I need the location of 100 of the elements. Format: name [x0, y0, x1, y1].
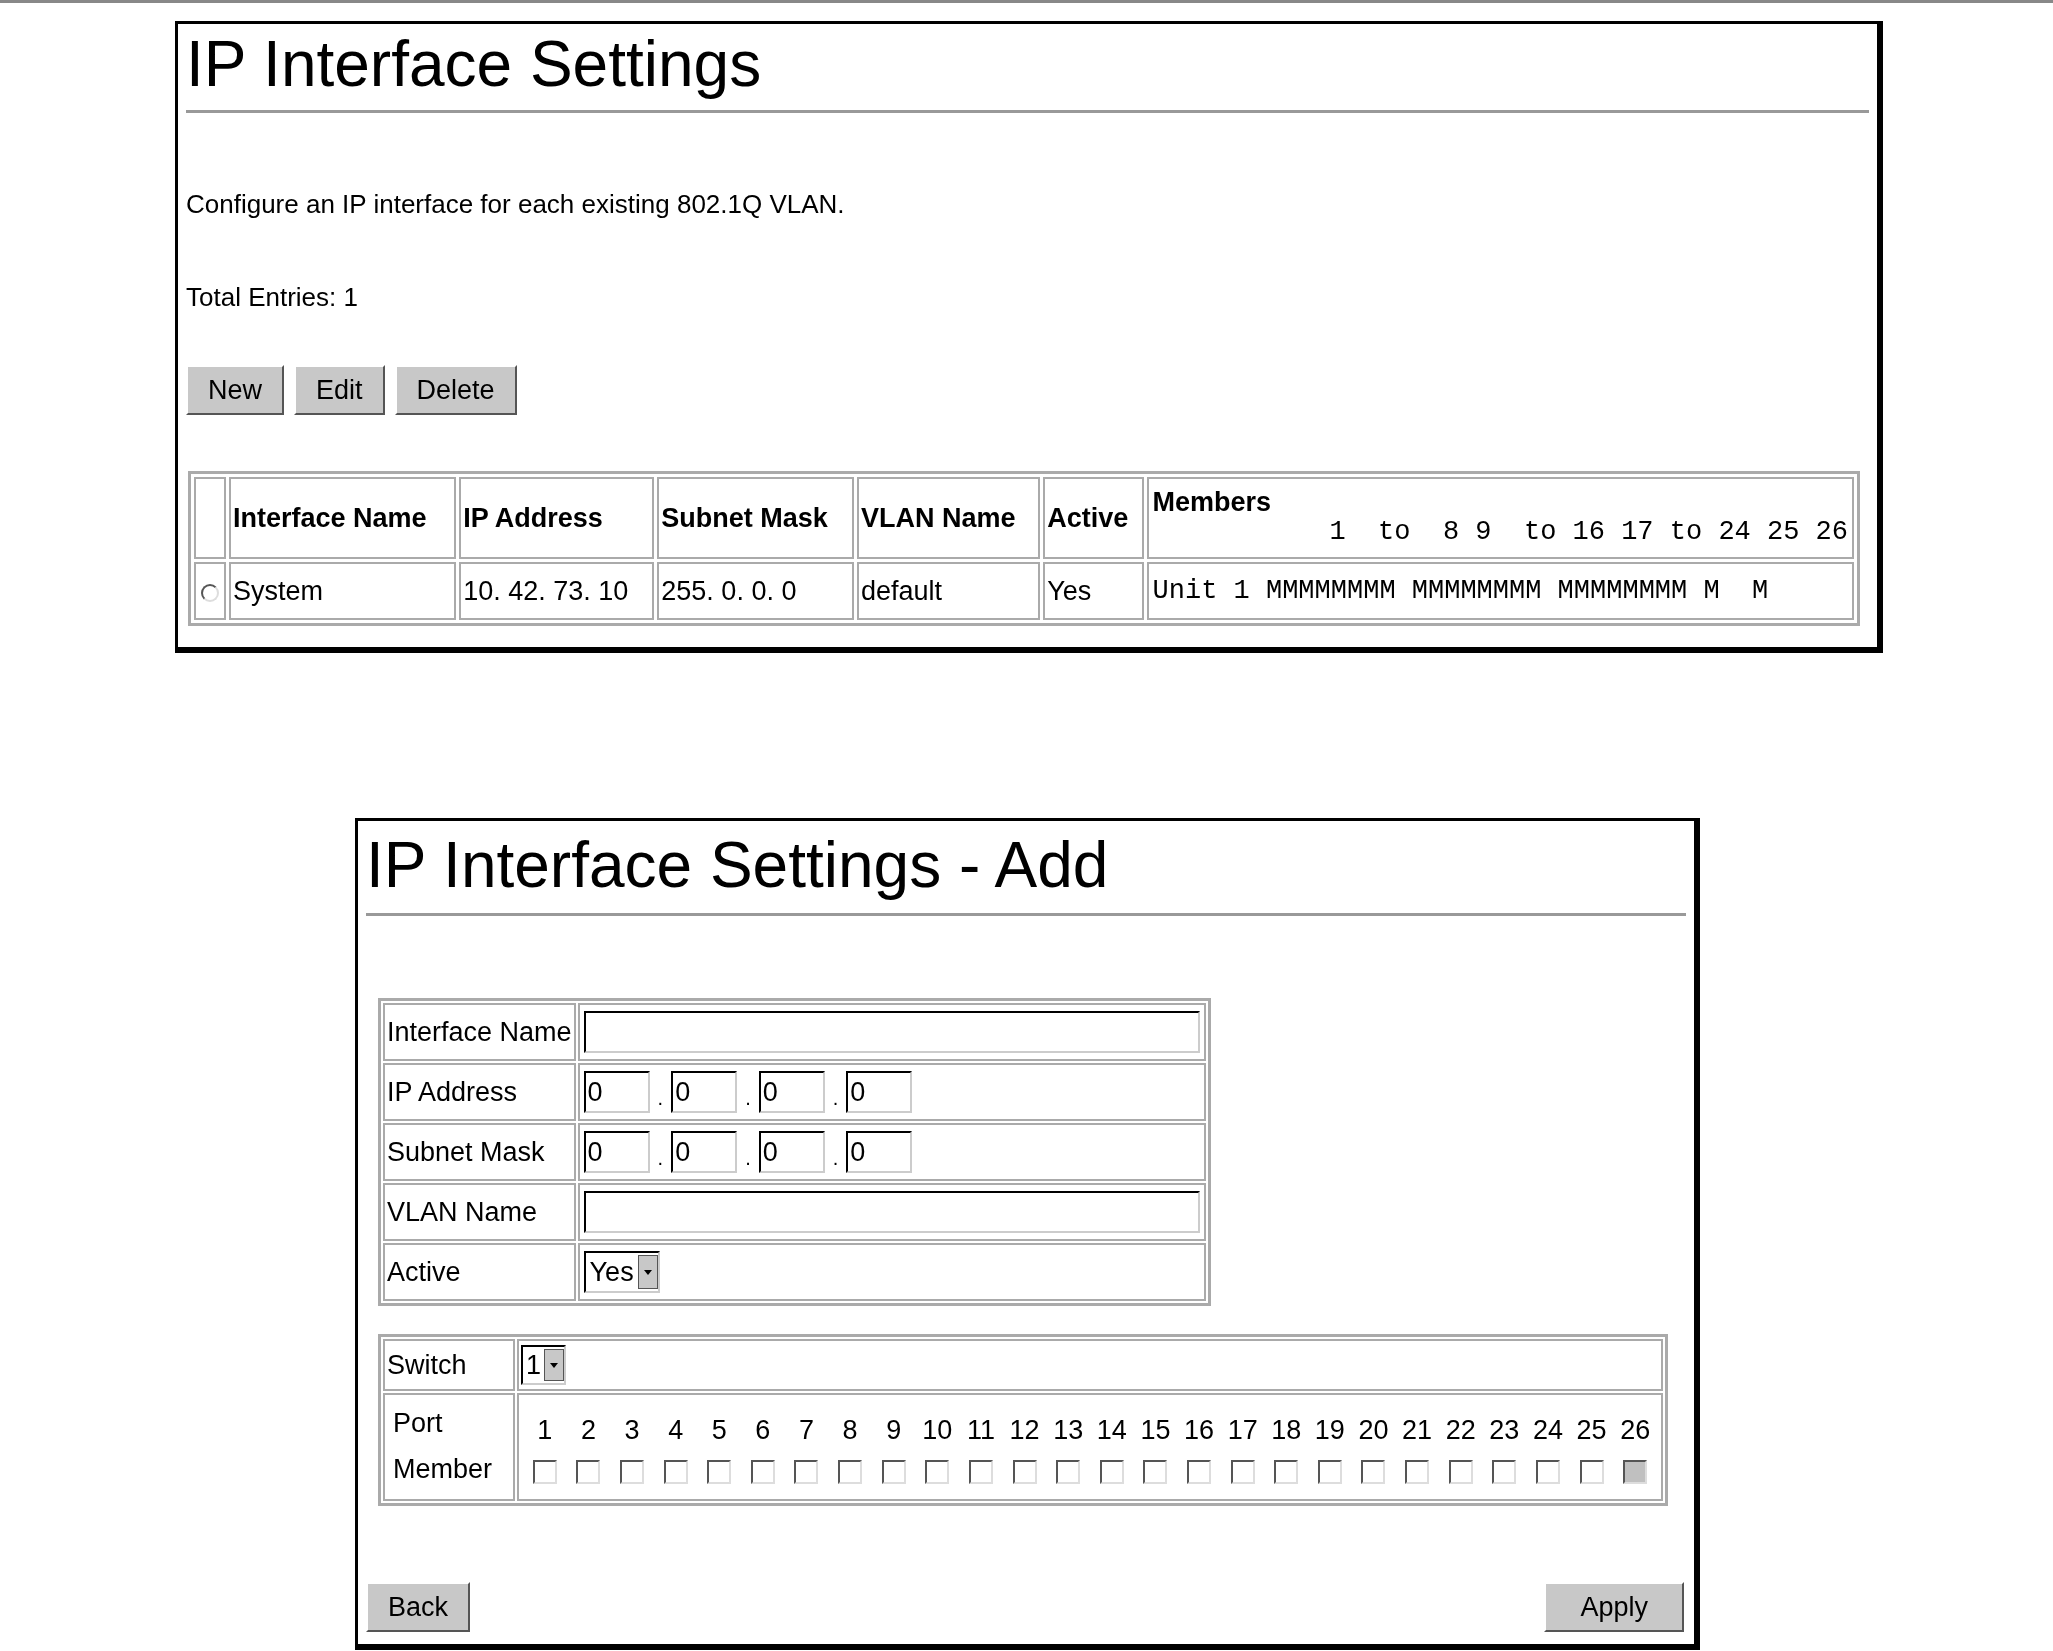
port-checkbox[interactable]: [925, 1460, 950, 1485]
port-number: 13: [1052, 1413, 1085, 1447]
back-button[interactable]: Back: [366, 1581, 471, 1632]
port-number: 24: [1531, 1413, 1564, 1447]
table-cell: Unit 1 MMMMMMMM MMMMMMMM MMMMMMMM M M: [1146, 562, 1854, 620]
port-number: 26: [1619, 1413, 1652, 1447]
select-field[interactable]: Yes: [583, 1251, 660, 1293]
port-number: 19: [1313, 1413, 1346, 1447]
port-checkbox[interactable]: [1361, 1460, 1386, 1485]
dot-separator: .: [745, 1146, 751, 1171]
column-header: Interface Name: [229, 477, 457, 559]
port-checkbox[interactable]: [1187, 1460, 1212, 1485]
port-number: 17: [1226, 1413, 1259, 1447]
table-cell: 10. 42. 73. 10: [459, 562, 655, 620]
column-header: Members: [1152, 488, 1273, 518]
port-number: 1: [536, 1413, 554, 1447]
octet-field[interactable]: 0: [846, 1131, 913, 1173]
port-checkbox[interactable]: [1274, 1460, 1299, 1485]
port-checkbox[interactable]: [1317, 1460, 1342, 1485]
port-number: 16: [1183, 1413, 1216, 1447]
field-label: IP Address: [383, 1063, 576, 1121]
select-value: 1: [525, 1348, 543, 1382]
dot-separator: .: [832, 1146, 839, 1171]
port-checkbox[interactable]: [968, 1460, 993, 1485]
port-number: 7: [797, 1413, 815, 1447]
port-number: 25: [1575, 1413, 1608, 1447]
radio-button[interactable]: [201, 583, 219, 602]
toolbar-button[interactable]: Edit: [294, 365, 385, 415]
port-checkbox[interactable]: [1492, 1460, 1517, 1485]
port-checkbox[interactable]: [838, 1460, 863, 1485]
port-checkbox[interactable]: [1012, 1460, 1037, 1485]
toolbar-button[interactable]: Delete: [394, 365, 517, 415]
apply-button[interactable]: Apply: [1544, 1581, 1684, 1632]
field-label: Port: [393, 1407, 444, 1440]
column-header: VLAN Name: [857, 477, 1041, 559]
octet-field[interactable]: 0: [583, 1131, 650, 1173]
column-header: Active: [1043, 477, 1144, 559]
port-checkbox[interactable]: [1405, 1460, 1430, 1485]
port-checkbox[interactable]: [1535, 1460, 1560, 1485]
field-label: VLAN Name: [383, 1183, 576, 1241]
port-number: 4: [667, 1413, 685, 1447]
column-header: Subnet Mask: [657, 477, 854, 559]
total-entries-text: Total Entries: 1: [186, 281, 359, 314]
table-cell: default: [857, 562, 1041, 620]
octet-field[interactable]: 0: [758, 1131, 825, 1173]
page-title: IP Interface Settings: [186, 24, 1869, 113]
field-label: Member: [393, 1452, 494, 1486]
octet-field[interactable]: 0: [671, 1071, 738, 1113]
port-number: 11: [965, 1413, 996, 1447]
port-checkbox[interactable]: [750, 1460, 775, 1485]
port-checkbox[interactable]: [663, 1460, 688, 1485]
port-number: 6: [754, 1413, 772, 1447]
port-checkbox[interactable]: [1579, 1460, 1604, 1485]
port-number: 22: [1444, 1413, 1477, 1447]
port-checkbox[interactable]: [707, 1460, 732, 1485]
octet-field[interactable]: 0: [583, 1071, 650, 1113]
port-checkbox[interactable]: [1143, 1460, 1168, 1485]
port-number: 14: [1095, 1413, 1128, 1447]
port-checkbox[interactable]: [794, 1460, 819, 1485]
port-number: 12: [1008, 1413, 1041, 1447]
port-number: 5: [710, 1413, 728, 1447]
dot-separator: .: [832, 1086, 839, 1111]
port-checkbox[interactable]: [881, 1460, 906, 1485]
dot-separator: .: [657, 1086, 664, 1111]
port-checkbox[interactable]: [576, 1460, 601, 1485]
port-number: 15: [1139, 1413, 1172, 1447]
port-number: 23: [1488, 1413, 1521, 1447]
table-cell: System: [229, 562, 457, 620]
switch-select[interactable]: 1: [521, 1345, 567, 1385]
port-checkbox[interactable]: [1099, 1460, 1124, 1485]
dropdown-arrow-icon: [643, 1269, 652, 1275]
page-title: IP Interface Settings - Add: [366, 821, 1686, 916]
table-cell: Yes: [1043, 562, 1144, 620]
port-checkbox[interactable]: [1448, 1460, 1473, 1485]
octet-field[interactable]: 0: [671, 1131, 738, 1173]
field-label: Interface Name: [383, 1003, 576, 1061]
port-number: 9: [885, 1413, 903, 1447]
text-field[interactable]: [583, 1191, 1200, 1233]
dropdown-arrow-icon: [550, 1362, 559, 1368]
port-number: 18: [1270, 1413, 1303, 1447]
port-range-header: 1 to 8 9 to 16 17 to 24 25 26: [1328, 518, 1848, 548]
column-header: IP Address: [459, 477, 655, 559]
port-number: 8: [841, 1413, 859, 1447]
port-checkbox[interactable]: [1056, 1460, 1081, 1485]
text-field[interactable]: [583, 1011, 1200, 1053]
port-number: 20: [1357, 1413, 1390, 1447]
select-value: Yes: [588, 1255, 635, 1289]
port-checkbox[interactable]: [1230, 1460, 1255, 1485]
port-number: 2: [579, 1413, 597, 1447]
port-checkbox[interactable]: [620, 1460, 645, 1485]
octet-field[interactable]: 0: [758, 1071, 825, 1113]
octet-field[interactable]: 0: [846, 1071, 913, 1113]
port-checkbox[interactable]: [532, 1460, 557, 1485]
table-cell: 255. 0. 0. 0: [657, 562, 854, 620]
field-label: Active: [383, 1243, 576, 1301]
field-label: Switch: [383, 1339, 515, 1391]
toolbar-button[interactable]: New: [186, 365, 284, 415]
field-label: Subnet Mask: [383, 1123, 576, 1181]
port-number: 3: [623, 1413, 641, 1447]
dot-separator: .: [657, 1146, 664, 1171]
